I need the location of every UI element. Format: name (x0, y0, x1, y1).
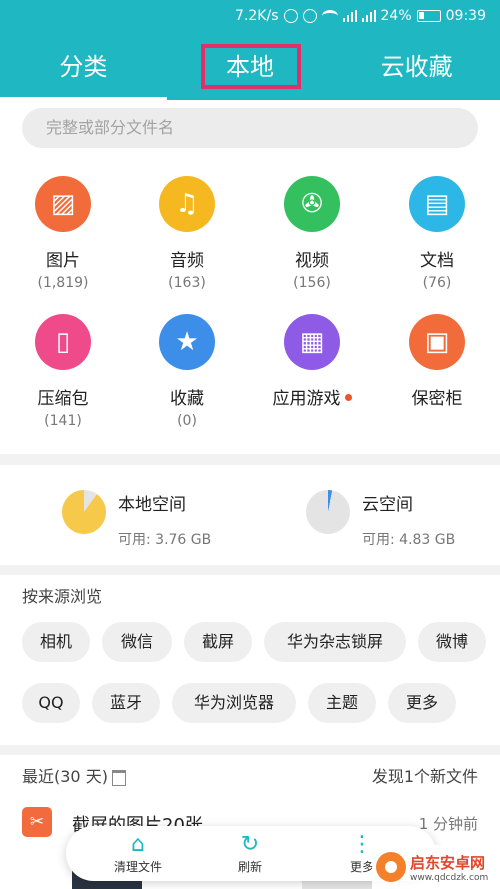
source-chip-themes[interactable]: 主题 (308, 683, 376, 723)
category-panel: 完整或部分文件名 ▨ 图片 (1,819) ♫ 音频 (163) ✇ 视频 (1… (0, 100, 500, 454)
status-bar-right: 7.2K/s 24% 09:39 (235, 8, 486, 24)
tab-label: 云收藏 (380, 53, 453, 81)
recent-header: 最近(30 天) (22, 763, 126, 787)
cloud-storage-pie (306, 490, 350, 534)
category-images[interactable]: ▨ 图片 (1,819) (8, 176, 118, 291)
apps-icon: ▦ (284, 314, 340, 370)
source-chip-qq[interactable]: QQ (22, 683, 80, 723)
signal-icon-2 (361, 10, 376, 22)
highlight-box (201, 44, 301, 89)
category-count: (163) (168, 275, 206, 291)
star-icon: ★ (159, 314, 215, 370)
category-label: 应用游戏 (257, 384, 367, 409)
category-safe[interactable]: ▣ 保密柜 (382, 314, 492, 409)
category-label: 收藏 (170, 389, 204, 409)
tool-label: 刷新 (237, 860, 262, 874)
image-icon: ▨ (35, 176, 91, 232)
recent-title: 最近(30 天) (22, 767, 108, 786)
category-apps-games[interactable]: ▦ 应用游戏 (257, 314, 367, 409)
document-icon: ▤ (409, 176, 465, 232)
source-chip-bluetooth[interactable]: 蓝牙 (92, 683, 160, 723)
source-chip-wechat[interactable]: 微信 (102, 622, 172, 662)
category-audio[interactable]: ♫ 音频 (163) (132, 176, 242, 291)
music-icon: ♫ (159, 176, 215, 232)
category-label: 音频 (170, 251, 204, 271)
category-label: 文档 (420, 251, 454, 271)
eye-icon (302, 9, 317, 23)
recent-item-time: 1 分钟前 (418, 815, 478, 833)
search-input[interactable]: 完整或部分文件名 (22, 108, 478, 148)
source-chip-more[interactable]: 更多 (388, 683, 456, 723)
source-chip-camera[interactable]: 相机 (22, 622, 90, 662)
clock: 09:39 (445, 8, 486, 24)
tab-cloud-favorites[interactable]: 云收藏 (333, 34, 500, 100)
cloud-storage-title: 云空间 (362, 495, 413, 515)
app-header: 7.2K/s 24% 09:39 分类 本地 云收藏 (0, 0, 500, 100)
cloud-storage[interactable]: 云空间 可用: 4.83 GB (306, 490, 455, 549)
local-storage-pie (62, 490, 106, 534)
new-badge-dot (344, 393, 352, 401)
source-chip-browser[interactable]: 华为浏览器 (172, 683, 296, 723)
status-bar: 7.2K/s 24% 09:39 (0, 0, 500, 34)
watermark-en: www.qdcdzk.com (410, 872, 489, 883)
trash-icon[interactable] (111, 769, 126, 786)
watermark-cn: 启东安卓网 (410, 853, 486, 872)
category-archives[interactable]: ▯ 压缩包 (141) (8, 314, 118, 429)
category-count: (76) (422, 275, 452, 291)
safe-icon: ▣ (409, 314, 465, 370)
category-count: (156) (293, 275, 331, 291)
section-title: 按来源浏览 (22, 587, 103, 606)
network-speed: 7.2K/s (235, 8, 279, 24)
battery-percent: 24% (380, 8, 412, 24)
signal-icon (342, 10, 357, 22)
refresh-icon: ↻ (240, 832, 260, 857)
local-storage-available: 可用: 3.76 GB (118, 532, 212, 548)
cloud-storage-available: 可用: 4.83 GB (362, 532, 456, 548)
category-label: 视频 (295, 251, 329, 271)
storage-panel: 本地空间 可用: 3.76 GB 云空间 可用: 4.83 GB (0, 465, 500, 565)
browse-by-source: 按来源浏览 相机 微信 截屏 华为杂志锁屏 微博 QQ 蓝牙 华为浏览器 主题 … (0, 575, 500, 745)
tab-label: 分类 (59, 53, 108, 81)
category-count: (0) (177, 413, 197, 429)
clean-files-button[interactable]: ⌂ 清理文件 (98, 832, 178, 875)
battery-icon (416, 10, 441, 22)
category-label: 图片 (46, 251, 80, 271)
source-chip-weibo[interactable]: 微博 (418, 622, 486, 662)
screenshot-icon: ✂ (22, 807, 52, 837)
wifi-icon (321, 10, 338, 22)
category-documents[interactable]: ▤ 文档 (76) (382, 176, 492, 291)
category-favorites[interactable]: ★ 收藏 (0) (132, 314, 242, 429)
category-count: (141) (44, 413, 82, 429)
tab-category[interactable]: 分类 (0, 34, 167, 100)
film-icon: ✇ (284, 176, 340, 232)
local-storage-title: 本地空间 (118, 495, 186, 515)
category-video[interactable]: ✇ 视频 (156) (257, 176, 367, 291)
watermark-logo-icon (376, 852, 406, 882)
watermark: 启东安卓网 www.qdcdzk.com (372, 845, 500, 889)
broom-icon: ⌂ (131, 832, 145, 857)
source-chip-magazine-lock[interactable]: 华为杂志锁屏 (264, 622, 406, 662)
zip-icon: ▯ (35, 314, 91, 370)
tool-label: 清理文件 (113, 860, 162, 874)
category-label: 压缩包 (37, 389, 89, 409)
category-count: (1,819) (37, 275, 89, 291)
source-chip-screenshot[interactable]: 截屏 (184, 622, 252, 662)
refresh-button[interactable]: ↻ 刷新 (210, 832, 290, 875)
category-label: 保密柜 (411, 389, 463, 409)
alarm-icon (283, 9, 298, 23)
new-files-link[interactable]: 发现1个新文件 (372, 763, 478, 787)
local-storage[interactable]: 本地空间 可用: 3.76 GB (62, 490, 211, 549)
